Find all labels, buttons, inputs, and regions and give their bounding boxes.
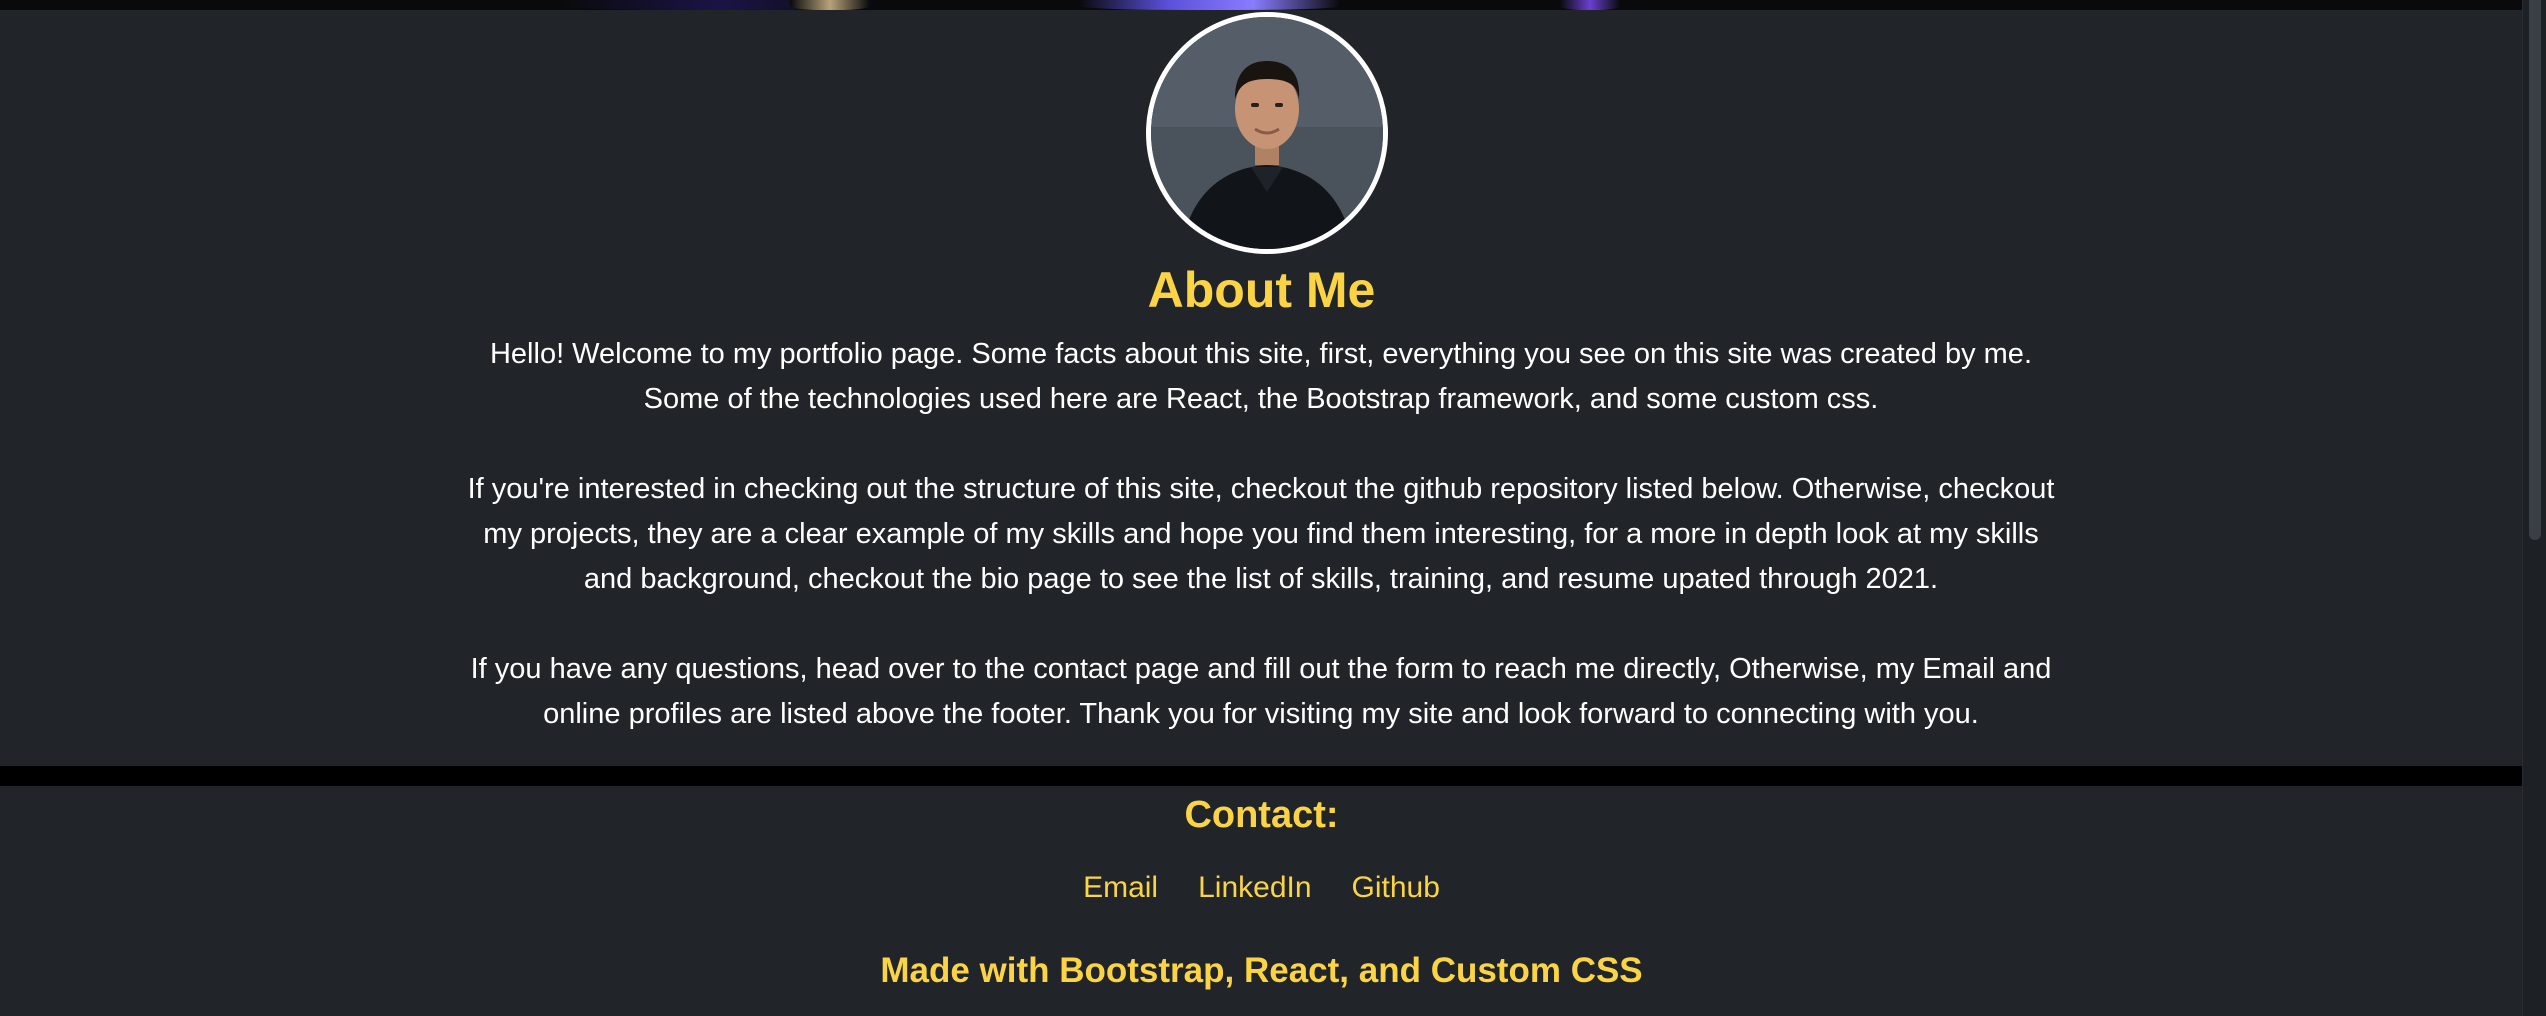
contact-title: Contact:: [1184, 794, 1339, 836]
section-divider: [0, 766, 2523, 786]
contact-links: Email LinkedIn Github: [0, 868, 2523, 908]
hero-glow-purple: [1080, 0, 1340, 10]
about-paragraph-3: If you have any questions, head over to …: [470, 653, 2052, 730]
page: About Me Hello! Welcome to my portfolio …: [0, 0, 2546, 1016]
made-with-text: Made with Bootstrap, React, and Custom C…: [880, 951, 1643, 990]
about-section: About Me Hello! Welcome to my portfolio …: [0, 10, 2523, 766]
about-paragraph-2: If you're interested in checking out the…: [467, 473, 2055, 595]
scrollbar[interactable]: [2522, 0, 2546, 1016]
profile-photo: [1146, 12, 1388, 254]
about-title: About Me: [1147, 262, 1376, 318]
footer: Contact: Email LinkedIn Github Made with…: [0, 786, 2523, 1016]
hero-glow-gold: [790, 0, 870, 10]
hero-glow-right: [1560, 0, 1620, 10]
github-link[interactable]: Github: [1352, 868, 1440, 908]
profile-photo-illustration: [1151, 17, 1383, 249]
about-text: Hello! Welcome to my portfolio page. Som…: [461, 332, 2061, 782]
hero-image-bottom-edge: [0, 0, 2523, 10]
about-paragraph-1: Hello! Welcome to my portfolio page. Som…: [489, 338, 2032, 415]
email-link[interactable]: Email: [1083, 868, 1158, 908]
linkedin-link[interactable]: LinkedIn: [1198, 868, 1311, 908]
scrollbar-thumb[interactable]: [2529, 0, 2541, 540]
